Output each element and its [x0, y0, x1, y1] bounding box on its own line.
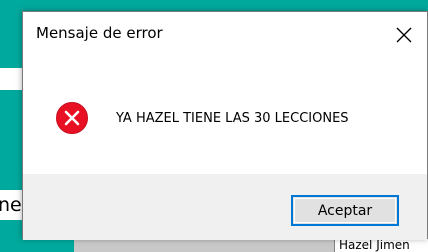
dialog-content: YA HAZEL TIENE LAS 30 LECCIONES [23, 58, 427, 174]
accept-button[interactable]: Aceptar [291, 195, 399, 226]
button-area: Aceptar [23, 174, 427, 240]
background-label-fragment: ne [0, 190, 22, 220]
close-button[interactable] [381, 12, 427, 58]
error-message: YA HAZEL TIENE LAS 30 LECCIONES [116, 111, 349, 126]
close-icon [396, 27, 412, 43]
title-bar[interactable]: Mensaje de error [23, 12, 427, 58]
error-dialog: Mensaje de error YA HAZEL TIENE LAS 30 L… [22, 11, 428, 240]
screen: ne Hazel Jimen Mensaje de error YA HAZEL… [0, 0, 428, 252]
background-table-cell[interactable]: Hazel Jimen [334, 239, 428, 252]
background-panel [0, 68, 22, 90]
dialog-title: Mensaje de error [36, 24, 163, 42]
error-icon [56, 102, 88, 134]
